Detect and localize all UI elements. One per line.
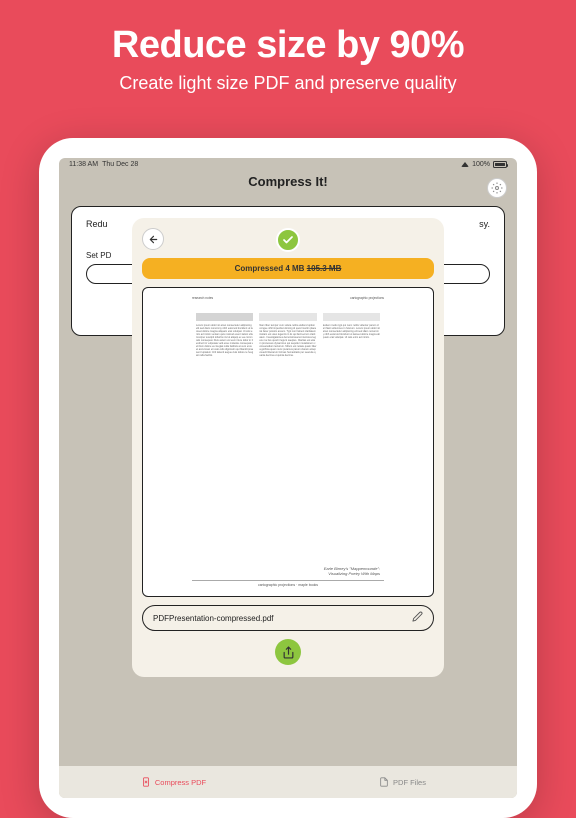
hero-title: Reduce size by 90%: [0, 0, 576, 67]
result-modal: Compressed 4 MB 105.3 MB research notes …: [132, 218, 444, 677]
back-button[interactable]: [142, 228, 164, 250]
hero-subtitle: Create light size PDF and preserve quali…: [0, 73, 576, 94]
check-icon: [282, 234, 294, 246]
ipad-device-frame: 11:38 AM Thu Dec 28 100% Compress It! Re…: [39, 138, 537, 818]
doc-column-3: Eodem modo typi qui nunc nobis videntur …: [323, 313, 380, 559]
document-page: research notes cartographic projections …: [188, 295, 388, 589]
battery-icon: [493, 161, 507, 168]
doc-signature: Earle Birney's "Mappemounde": Visualizin…: [324, 567, 380, 577]
tab-compress-label: Compress PDF: [155, 778, 206, 787]
success-badge: [276, 228, 300, 252]
tab-bar: Compress PDF PDF Files: [59, 766, 517, 798]
original-size-strike: 105.3 MB: [307, 264, 342, 273]
compression-result-banner: Compressed 4 MB 105.3 MB: [142, 258, 434, 279]
files-icon: [379, 777, 389, 787]
status-date: Thu Dec 28: [102, 161, 138, 168]
wifi-icon: [461, 162, 469, 167]
compressed-size-label: Compressed 4 MB: [235, 264, 307, 273]
battery-percent: 100%: [472, 161, 490, 168]
bg-card-text-left: Redu: [86, 219, 108, 229]
gear-icon: [491, 182, 503, 194]
pencil-icon[interactable]: [412, 611, 423, 625]
doc-column-1: Lorem ipsum dolor sit amet consectetur a…: [196, 313, 253, 559]
doc-page-footer: cartographic projections · maple books: [192, 580, 384, 587]
pdf-preview[interactable]: research notes cartographic projections …: [142, 287, 434, 597]
app-title: Compress It!: [59, 174, 517, 189]
filename-field[interactable]: PDFPresentation-compressed.pdf: [142, 605, 434, 631]
share-button[interactable]: [275, 639, 301, 665]
tab-pdf-files[interactable]: PDF Files: [288, 766, 517, 798]
arrow-left-icon: [148, 234, 159, 245]
ipad-screen: 11:38 AM Thu Dec 28 100% Compress It! Re…: [59, 158, 517, 798]
doc-header-left: research notes: [192, 297, 213, 301]
tab-files-label: PDF Files: [393, 778, 426, 787]
status-bar: 11:38 AM Thu Dec 28 100%: [59, 158, 517, 168]
settings-button[interactable]: [487, 178, 507, 198]
doc-column-2: Nam liber tempor cum soluta nobis eleife…: [259, 313, 316, 559]
tab-compress-pdf[interactable]: Compress PDF: [59, 766, 288, 798]
share-icon: [282, 646, 295, 659]
status-time: 11:38 AM: [69, 161, 98, 168]
filename-text: PDFPresentation-compressed.pdf: [153, 614, 406, 623]
doc-header-right: cartographic projections: [350, 297, 384, 301]
bg-card-text-right: sy.: [479, 219, 490, 229]
compress-icon: [141, 777, 151, 787]
